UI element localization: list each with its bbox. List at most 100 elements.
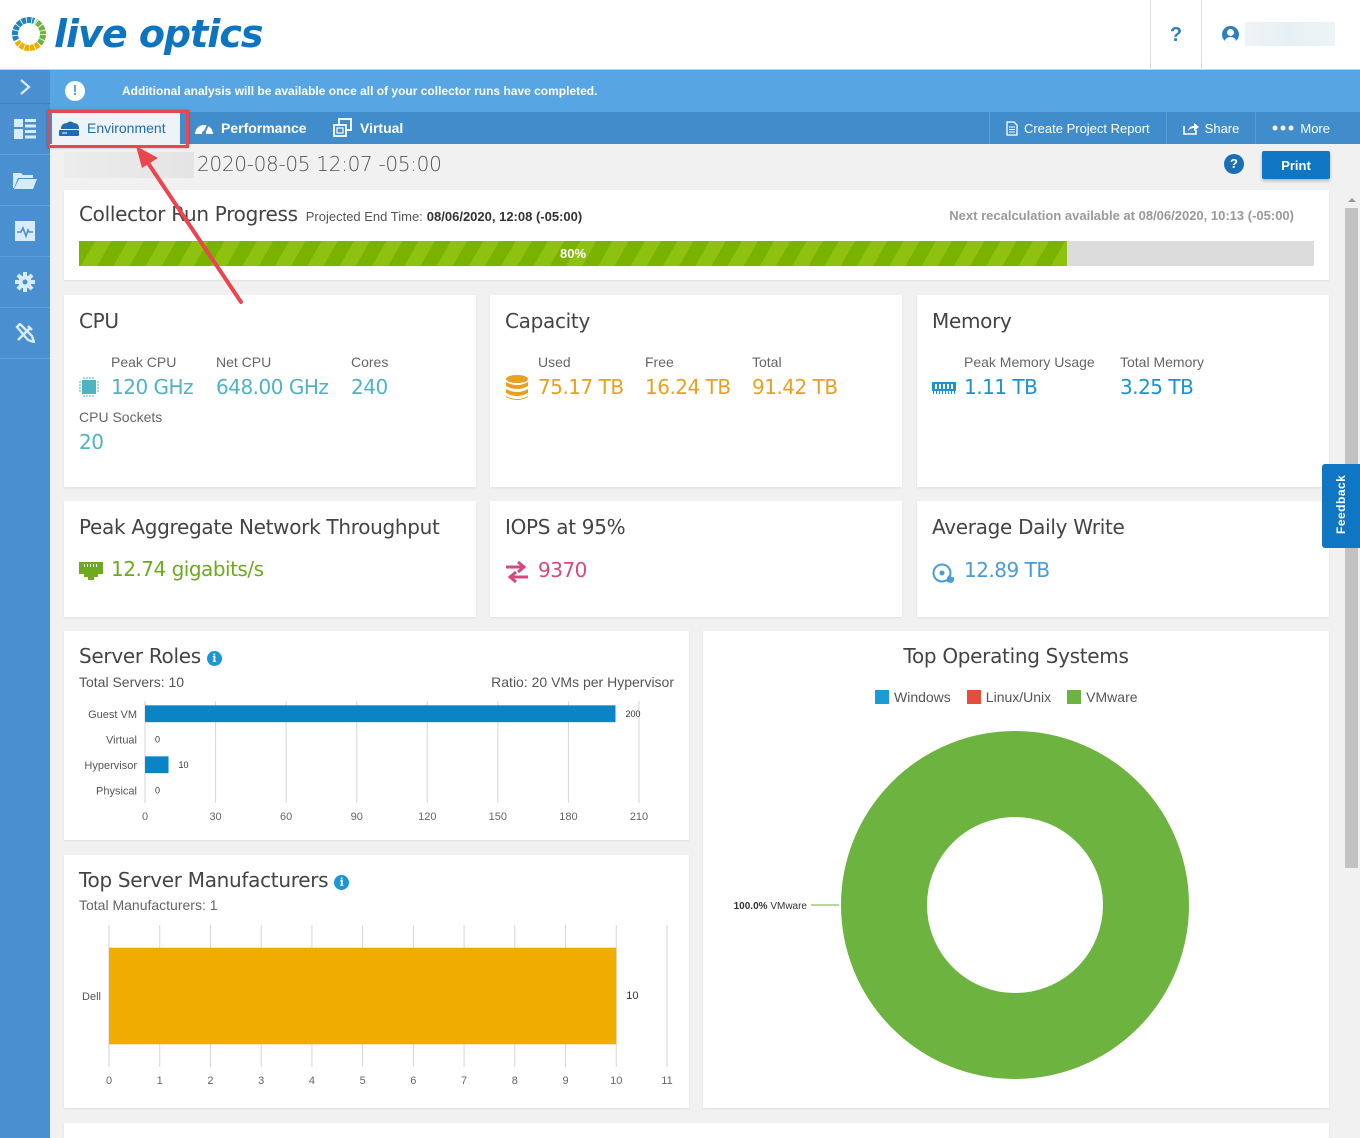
legend-item-windows[interactable]: Windows [875, 689, 951, 705]
share-icon [1182, 123, 1199, 135]
document-icon [1006, 120, 1018, 136]
feedback-tab[interactable]: Feedback [1322, 464, 1360, 548]
sidebar-expand-button[interactable] [0, 70, 50, 104]
iops-card: IOPS at 95% 9370 [490, 501, 902, 617]
total-memory-label: Total Memory [1120, 354, 1205, 370]
disk-write-icon [932, 563, 955, 583]
x-tick-label: 2 [207, 1075, 213, 1087]
share-button[interactable]: Share [1165, 112, 1256, 144]
recalculation-note: Next recalculation available at 08/06/20… [949, 208, 1294, 223]
projected-end-value: 08/06/2020, 12:08 (-05:00) [426, 209, 583, 224]
os-legend: Windows Linux/Unix VMware [875, 689, 1154, 705]
x-tick-label: 9 [562, 1075, 568, 1087]
next-section-card [64, 1123, 1329, 1138]
network-value: 12.74 gigabits/s [111, 557, 264, 581]
iops-title: IOPS at 95% [505, 515, 626, 539]
y-category-label: Hypervisor [84, 760, 137, 772]
cpu-title: CPU [79, 309, 119, 333]
legend-label: Linux/Unix [985, 689, 1052, 705]
legend-swatch [966, 690, 981, 704]
create-report-label: Create Project Report [1023, 120, 1150, 136]
ellipsis-icon [1272, 125, 1294, 131]
live-optics-logo[interactable]: live optics [10, 12, 263, 56]
total-label: Total [752, 354, 782, 370]
more-button[interactable]: More [1255, 112, 1360, 144]
page-help-icon[interactable]: ? [1224, 154, 1244, 174]
create-report-button[interactable]: Create Project Report [988, 112, 1166, 144]
projected-end-label: Projected End Time: [305, 209, 423, 224]
page-scrollbar[interactable] [1345, 190, 1360, 1138]
capacity-card: Capacity Used 75.17 TB Free 16.24 TB Tot… [490, 295, 902, 487]
peak-cpu-label: Peak CPU [111, 354, 177, 370]
collector-run-progress-card: Collector Run Progress Projected End Tim… [64, 190, 1329, 280]
x-tick-label: 6 [410, 1075, 416, 1087]
progress-bar: 80% [79, 241, 1314, 266]
user-menu[interactable] [1222, 22, 1335, 46]
chevron-right-icon [20, 78, 31, 95]
legend-label: VMware [1086, 689, 1138, 705]
legend-swatch [875, 690, 889, 704]
ethernet-port-icon [79, 562, 103, 580]
net-cpu-value: 648.00 GHz [216, 375, 329, 399]
x-tick-label: 7 [461, 1075, 467, 1087]
average-daily-write-card: Average Daily Write 12.89 TB [917, 501, 1329, 617]
x-tick-label: 0 [142, 811, 148, 823]
server-roles-bar-chart: 0 30 60 90 120 150 180 210 Guest VM 200 Virtual 0 Hy… [84, 701, 648, 823]
sidebar [0, 70, 50, 1138]
cpu-card: CPU Peak CPU 120 GHz Net CPU 648.00 GHz … [64, 295, 476, 487]
bar [109, 947, 617, 1045]
user-name-redacted [1245, 22, 1335, 46]
user-icon [1222, 25, 1239, 43]
sidebar-item-projects[interactable] [0, 155, 50, 206]
tab-virtual[interactable]: Virtual [333, 112, 403, 144]
cpu-sockets-label: CPU Sockets [79, 409, 163, 425]
sidebar-item-settings[interactable] [0, 257, 50, 308]
legend-item-linux[interactable]: Linux/Unix [966, 689, 1052, 705]
tab-virtual-label: Virtual [360, 120, 404, 136]
x-tick-label: 0 [106, 1075, 112, 1087]
transfer-arrows-icon [506, 560, 528, 584]
x-tick-label: 8 [512, 1075, 518, 1087]
print-button[interactable]: Print [1262, 151, 1330, 179]
peak-cpu-value: 120 GHz [111, 375, 194, 399]
x-tick-label: 210 [630, 811, 648, 823]
progress-bar-fill: 80% [79, 241, 1067, 266]
peak-memory-value: 1.11 TB [964, 375, 1038, 399]
memory-title: Memory [932, 309, 1012, 333]
iops-value: 9370 [538, 558, 587, 582]
x-tick-label: 60 [280, 811, 292, 823]
nav-actions: Create Project Report Share More [988, 112, 1360, 144]
sidebar-item-monitoring[interactable] [0, 206, 50, 257]
info-banner-text: Additional analysis will be available on… [122, 84, 598, 98]
x-tick-label: 4 [309, 1075, 315, 1087]
sidebar-item-tools[interactable] [0, 308, 50, 359]
bar-value-label: 10 [626, 990, 638, 1002]
project-date: 2020-08-05 12:07 -05:00 [197, 152, 442, 176]
speedometer-icon [195, 124, 213, 135]
feedback-label: Feedback [1334, 474, 1348, 534]
legend-item-vmware[interactable]: VMware [1067, 689, 1138, 705]
daily-write-value: 12.89 TB [964, 558, 1050, 582]
question-icon: ? [1169, 23, 1183, 46]
x-tick-label: 30 [209, 811, 221, 823]
sidebar-item-dashboard[interactable] [0, 104, 50, 155]
ram-icon [932, 382, 956, 394]
cores-label: Cores [351, 354, 389, 370]
net-cpu-label: Net CPU [216, 354, 272, 370]
x-tick-label: 1 [157, 1075, 163, 1087]
x-tick-label: 90 [351, 811, 363, 823]
bar [145, 756, 169, 774]
tools-icon [15, 323, 35, 343]
tab-performance[interactable]: Performance [194, 112, 307, 144]
monitor-pulse-icon [15, 221, 35, 241]
peak-memory-label: Peak Memory Usage [964, 354, 1095, 370]
virtual-windows-icon [333, 118, 352, 137]
help-button[interactable]: ? [1150, 0, 1202, 70]
top-header: live optics ? [0, 0, 1360, 70]
server-manufacturers-card: Top Server Manufacturers i Total Manufact… [64, 855, 689, 1108]
logo-ring-icon [12, 17, 46, 51]
brand-name: live optics [54, 12, 263, 56]
exclamation-icon: ! [65, 81, 85, 101]
x-tick-label: 3 [258, 1075, 264, 1087]
scroll-up-arrow-icon[interactable] [1348, 198, 1356, 202]
